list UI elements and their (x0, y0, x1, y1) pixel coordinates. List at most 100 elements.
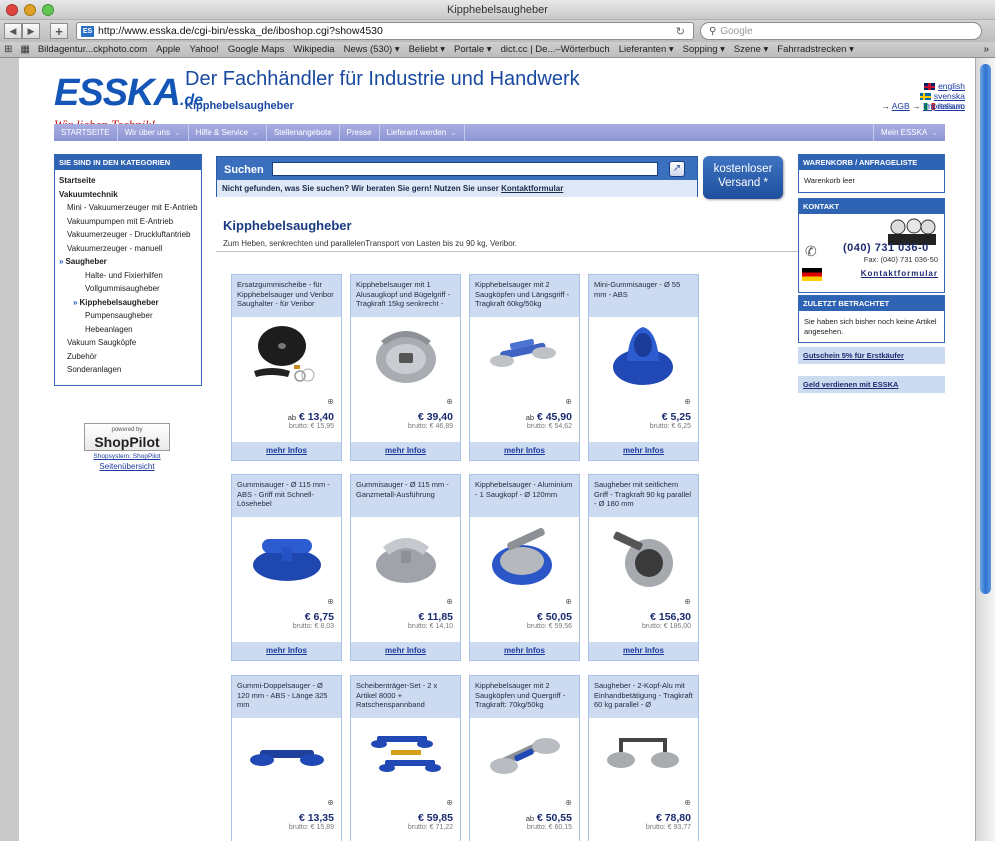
product-name[interactable]: Scheibenträger-Set - 2 x Artikel 8000 + … (351, 676, 460, 718)
product-name[interactable]: Kipphebelsauger mit 2 Saugköpfen und Que… (470, 676, 579, 718)
zoom-icon[interactable]: ⊕ (565, 798, 572, 807)
zoom-icon[interactable]: ⊕ (446, 597, 453, 606)
product-image-rubber-sucker-abs[interactable] (232, 517, 341, 595)
bookmark-item[interactable]: Beliebt ▾ (409, 44, 445, 55)
browser-search-field[interactable]: ⚲ Google (700, 22, 982, 40)
product-image-side-handle-lifter[interactable] (589, 517, 698, 595)
zoom-icon[interactable]: ⊕ (565, 597, 572, 606)
bookmark-item[interactable]: Szene ▾ (734, 44, 768, 55)
bookmark-item[interactable]: Bildagentur...ckphoto.com (38, 44, 147, 55)
zoom-icon[interactable]: ⊕ (327, 397, 334, 406)
sidebar-item-vollgummisaugheber[interactable]: Vollgummisaugheber (59, 284, 201, 294)
bookmark-item[interactable]: Portale ▾ (454, 44, 492, 55)
zoom-icon[interactable]: ⊕ (446, 397, 453, 406)
sidebar-item-vakuumerzeuger-druckluft[interactable]: Vakuumerzeuger - Druckluftantrieb (59, 230, 201, 240)
product-image-rubber-disc[interactable] (232, 317, 341, 395)
search-submit-button[interactable]: ↗ (669, 161, 685, 177)
close-window-button[interactable] (6, 4, 18, 16)
grid-icon[interactable]: ▦ (20, 44, 29, 55)
more-info-link[interactable]: mehr Infos (351, 442, 460, 460)
more-info-link[interactable]: mehr Infos (232, 442, 341, 460)
product-name[interactable]: Kipphebelsauger mit 2 Saugköpfen und Län… (470, 275, 579, 317)
nav-wir-ueber-uns[interactable]: Wir über uns ⌄ (118, 124, 189, 141)
sidebar-item-vakuumpumpen[interactable]: Vakuumpumpen mit E-Antrieb (59, 217, 201, 227)
product-image-aluminium-lifter[interactable] (470, 517, 579, 595)
product-name[interactable]: Gummi-Doppelsauger - Ø 120 mm - ABS - Lä… (232, 676, 341, 718)
more-info-link[interactable]: mehr Infos (470, 442, 579, 460)
nav-lieferant-werden[interactable]: Lieferant werden ⌄ (380, 124, 465, 141)
back-button[interactable]: ◀ (4, 23, 22, 39)
bookmark-item[interactable]: Yahoo! (189, 44, 218, 55)
forward-button[interactable]: ▶ (22, 23, 40, 39)
site-search-input[interactable] (272, 162, 658, 176)
product-name[interactable]: Saugheber - 2-Kopf-Alu mit Einhandbetäti… (589, 676, 698, 718)
shopsystem-link[interactable]: Shopsystem: ShopPilot (84, 453, 170, 461)
sidebar-item-halte-fixierhilfen[interactable]: Halte- und Fixierhilfen (59, 271, 201, 281)
zoom-window-button[interactable] (42, 4, 54, 16)
more-info-link[interactable]: mehr Infos (232, 642, 341, 660)
vertical-scrollbar[interactable] (975, 58, 995, 841)
product-image-pane-carrier-set[interactable] (351, 718, 460, 796)
more-bookmarks-icon[interactable]: » (983, 44, 989, 55)
product-image-mini-rubber-sucker[interactable] (589, 317, 698, 395)
product-image-cross-handle-lifter[interactable] (470, 718, 579, 796)
product-image-single-cup-lifter[interactable] (351, 317, 460, 395)
bookmark-item[interactable]: Fahrradstrecken ▾ (777, 44, 854, 55)
product-image-double-cup-lifter[interactable] (470, 317, 579, 395)
product-name[interactable]: Saugheber mit seitlichem Griff - Tragkra… (589, 475, 698, 517)
shoppilot-badge[interactable]: powered by ShopPilot Shopsystem: ShopPil… (84, 423, 170, 471)
more-info-link[interactable]: mehr Infos (589, 642, 698, 660)
more-info-link[interactable]: mehr Infos (589, 442, 698, 460)
free-shipping-badge[interactable]: kostenloser Versand * (703, 156, 783, 199)
zoom-icon[interactable]: ⊕ (565, 397, 572, 406)
zoom-icon[interactable]: ⊕ (684, 597, 691, 606)
sidebar-item-sonderanlagen[interactable]: Sonderanlagen (59, 365, 201, 375)
nav-presse[interactable]: Presse (340, 124, 380, 141)
product-name[interactable]: Mini-Gummisauger - Ø 55 mm - ABS (589, 275, 698, 317)
language-link-english[interactable]: english (938, 81, 965, 91)
bookmark-item[interactable]: Wikipedia (293, 44, 334, 55)
contact-phone[interactable]: (040) 731 036-0 (843, 242, 929, 254)
product-name[interactable]: Ersatzgummischeibe - für Kipphebelsauger… (232, 275, 341, 317)
scrollbar-thumb[interactable] (980, 64, 991, 594)
product-name[interactable]: Gummisauger - Ø 115 mm - Ganzmetall-Ausf… (351, 475, 460, 517)
bookmark-item[interactable]: Apple (156, 44, 180, 55)
nav-startseite[interactable]: STARTSEITE (54, 124, 118, 141)
sidebar-item-hebeanlagen[interactable]: Hebeanlagen (59, 325, 201, 335)
nav-mein-esska[interactable]: Mein ESSKA ⌄ (873, 124, 945, 141)
product-name[interactable]: Kipphebelsauger mit 1 Alusaugkopf und Bü… (351, 275, 460, 317)
product-name[interactable]: Gummisauger - Ø 115 mm - ABS - Griff mit… (232, 475, 341, 517)
bookmark-item[interactable]: dict.cc | De...–Wörterbuch (501, 44, 610, 55)
sidebar-item-vakuumtechnik[interactable]: Vakuumtechnik (59, 190, 201, 200)
product-image-two-head-alu-lifter[interactable] (589, 718, 698, 796)
bookmark-item[interactable]: Google Maps (228, 44, 285, 55)
sidebar-item-pumpensaugheber[interactable]: Pumpensaugheber (59, 311, 201, 321)
reload-icon[interactable]: ↻ (676, 25, 685, 38)
affiliate-link[interactable]: Geld verdienen mit ESSKA (798, 376, 945, 393)
zoom-icon[interactable]: ⊕ (446, 798, 453, 807)
sidebar-item-kipphebelsaugheber[interactable]: » Kipphebelsaugheber (59, 298, 201, 308)
more-info-link[interactable]: mehr Infos (351, 642, 460, 660)
zoom-icon[interactable]: ⊕ (327, 597, 334, 606)
zoom-icon[interactable]: ⊕ (327, 798, 334, 807)
sidebar-item-startseite[interactable]: Startseite (59, 176, 201, 186)
cart-status[interactable]: Warenkorb leer (799, 170, 944, 192)
voucher-link[interactable]: Gutschein 5% für Erstkäufer (798, 347, 945, 364)
sitemap-link[interactable]: Seitenübersicht (84, 463, 170, 471)
impressum-link[interactable]: Impressum (923, 101, 965, 111)
bookmark-item[interactable]: News (530) ▾ (344, 44, 400, 55)
add-bookmark-button[interactable]: + (50, 23, 68, 39)
product-image-double-rubber-sucker[interactable] (232, 718, 341, 796)
minimize-window-button[interactable] (24, 4, 36, 16)
more-info-link[interactable]: mehr Infos (470, 642, 579, 660)
contact-form-link[interactable]: Kontaktformular (501, 184, 563, 193)
product-image-metal-sucker[interactable] (351, 517, 460, 595)
contact-form-link[interactable]: Kontaktformular (861, 269, 938, 278)
sidebar-item-vakuumerzeuger-manuell[interactable]: Vakuumerzeuger - manuell (59, 244, 201, 254)
language-link-svenska[interactable]: svenska (934, 91, 965, 101)
sidebar-item-vakuum-saugkoepfe[interactable]: Vakuum Saugköpfe (59, 338, 201, 348)
address-bar[interactable]: ES http://www.esska.de/cgi-bin/esska_de/… (76, 22, 694, 40)
zoom-icon[interactable]: ⊕ (684, 397, 691, 406)
open-book-icon[interactable]: ⊞ (4, 44, 12, 55)
sidebar-item-mini-vakuumerzeuger[interactable]: Mini - Vakuumerzeuger mit E-Antrieb (59, 203, 201, 213)
